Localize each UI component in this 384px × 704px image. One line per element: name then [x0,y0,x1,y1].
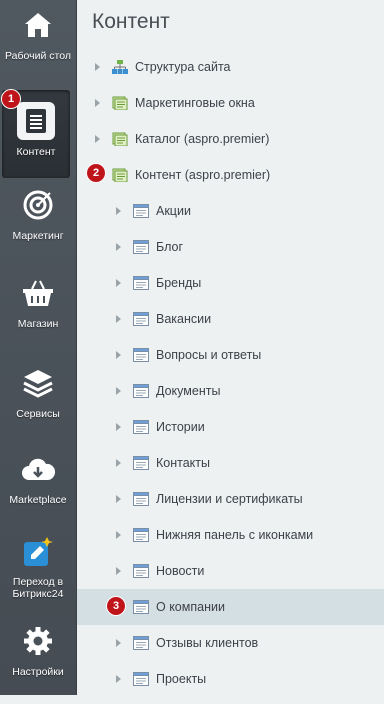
tree-item-root[interactable]: Каталог (aspro.premier) [77,121,384,157]
tree-item-label: Нижняя панель с иконками [156,528,314,542]
layers-icon [21,366,55,400]
tree-item-label: Проекты [156,672,207,686]
sidebar-item-label: Контент [16,146,56,158]
expand-arrow-icon[interactable] [116,387,121,395]
iblock-icon [133,384,149,398]
tree-item-label: Акции [156,204,191,218]
iblock-icon [133,672,149,686]
iblock-icon [133,636,149,650]
expand-arrow-icon[interactable] [116,459,121,467]
tree-item-label: Структура сайта [135,60,231,74]
target-icon [21,188,55,222]
tree-item-child[interactable]: Истории [77,409,384,445]
tree-item-child[interactable]: Нижняя панель с иконками [77,517,384,553]
tree-item-child[interactable]: Новости [77,553,384,589]
tree-item-label: О компании [156,600,225,614]
expand-arrow-icon[interactable] [116,423,121,431]
page-title: Контент [92,10,170,33]
iblock-icon [133,492,149,506]
iblock-icon [133,348,149,362]
tree-item-label: Новости [156,564,205,578]
iblock-icon [133,528,149,542]
tree-item-label: Лицензии и сертификаты [156,492,303,506]
expand-arrow-icon[interactable] [116,675,121,683]
tree-item-child[interactable]: Контакты [77,445,384,481]
iblock-icon [133,204,149,218]
iblock-icon [133,420,149,434]
bitrix24-icon [20,534,56,570]
sidebar-item-label: Переход в Битрикс24 [12,576,64,600]
document-icon [17,102,55,140]
sidebar-item-label: Рабочий стол [5,50,71,62]
expand-arrow-icon[interactable] [116,639,121,647]
expand-arrow-icon[interactable] [116,243,121,251]
iblock-type-icon [112,132,128,147]
tree-item-label: Маркетинговые окна [135,96,255,110]
annotation-badge-3: 3 [107,597,125,615]
tree-item-label: Отзывы клиентов [156,636,259,650]
expand-arrow-icon[interactable] [95,63,100,71]
tree-item-child[interactable]: Вопросы и ответы [77,337,384,373]
sidebar-item-marketing[interactable]: Маркетинг [0,180,76,268]
iblock-icon [133,564,149,578]
sidebar-item-label: Сервисы [16,408,60,420]
tree-item-child[interactable]: Акции [77,193,384,229]
tree-item-child[interactable]: Блог [77,229,384,265]
tree-item-label: Документы [156,384,221,398]
expand-arrow-icon[interactable] [116,207,121,215]
expand-arrow-icon[interactable] [116,315,121,323]
tree-item-child[interactable]: Отзывы клиентов [77,625,384,661]
tree-item-root[interactable]: Структура сайта [77,49,384,85]
tree-item-label: Вопросы и ответы [156,348,262,362]
annotation-badge-1: 1 [2,90,20,108]
expand-arrow-icon[interactable] [95,99,100,107]
expand-arrow-icon[interactable] [116,351,121,359]
annotation-badge-2: 2 [87,164,105,182]
iblock-icon [133,312,149,326]
content-panel: Контент Структура сайта Маркетинговые окн… [77,0,384,695]
gear-icon [21,624,55,658]
tree-item-label: Каталог (aspro.premier) [135,132,270,146]
sidebar-item-label: Marketplace [9,494,67,506]
sidebar-item-desktop[interactable]: Рабочий стол [0,0,76,88]
expand-arrow-icon[interactable] [116,495,121,503]
sidebar-item-label: Маркетинг [12,230,64,242]
iblock-icon [133,276,149,290]
expand-arrow-icon[interactable] [95,135,100,143]
tree-item-child[interactable]: Вакансии [77,301,384,337]
tree-item-label: Вакансии [156,312,212,326]
sidebar-item-settings[interactable]: Настройки [0,616,76,704]
sidebar-item-marketplace[interactable]: Marketplace [0,444,76,532]
iblock-icon [133,600,149,614]
basket-icon [21,276,55,310]
sidebar-item-bitrix24[interactable]: Переход в Битрикс24 [0,526,76,614]
tree-item-label: Истории [156,420,205,434]
cloud-download-icon [21,452,55,486]
sitemap-icon [112,60,128,74]
tree-item-child[interactable]: Документы [77,373,384,409]
tree-item-root[interactable]: Маркетинговые окна [77,85,384,121]
expand-arrow-icon[interactable] [116,531,121,539]
left-sidebar: Рабочий стол Контент Маркетинг Магазин С… [0,0,77,695]
iblock-type-icon [112,96,128,111]
tree-item-label: Контакты [156,456,210,470]
tree-item-label: Блог [156,240,184,254]
expand-arrow-icon[interactable] [116,567,121,575]
tree-item-child[interactable]: Проекты [77,661,384,697]
sidebar-item-label: Настройки [12,666,64,678]
tree-item-root[interactable]: Контент (aspro.premier) [77,157,384,193]
iblock-icon [133,456,149,470]
iblock-icon [133,240,149,254]
tree-item-label: Бренды [156,276,202,290]
sidebar-item-label: Магазин [17,318,59,330]
expand-arrow-icon[interactable] [116,279,121,287]
sidebar-item-services[interactable]: Сервисы [0,358,76,446]
tree-item-label: Контент (aspro.premier) [135,168,271,182]
iblock-type-icon [112,168,128,183]
sidebar-item-shop[interactable]: Магазин [0,268,76,356]
home-icon [21,8,55,42]
tree-item-child[interactable]: Лицензии и сертификаты [77,481,384,517]
tree-item-child[interactable]: Бренды [77,265,384,301]
